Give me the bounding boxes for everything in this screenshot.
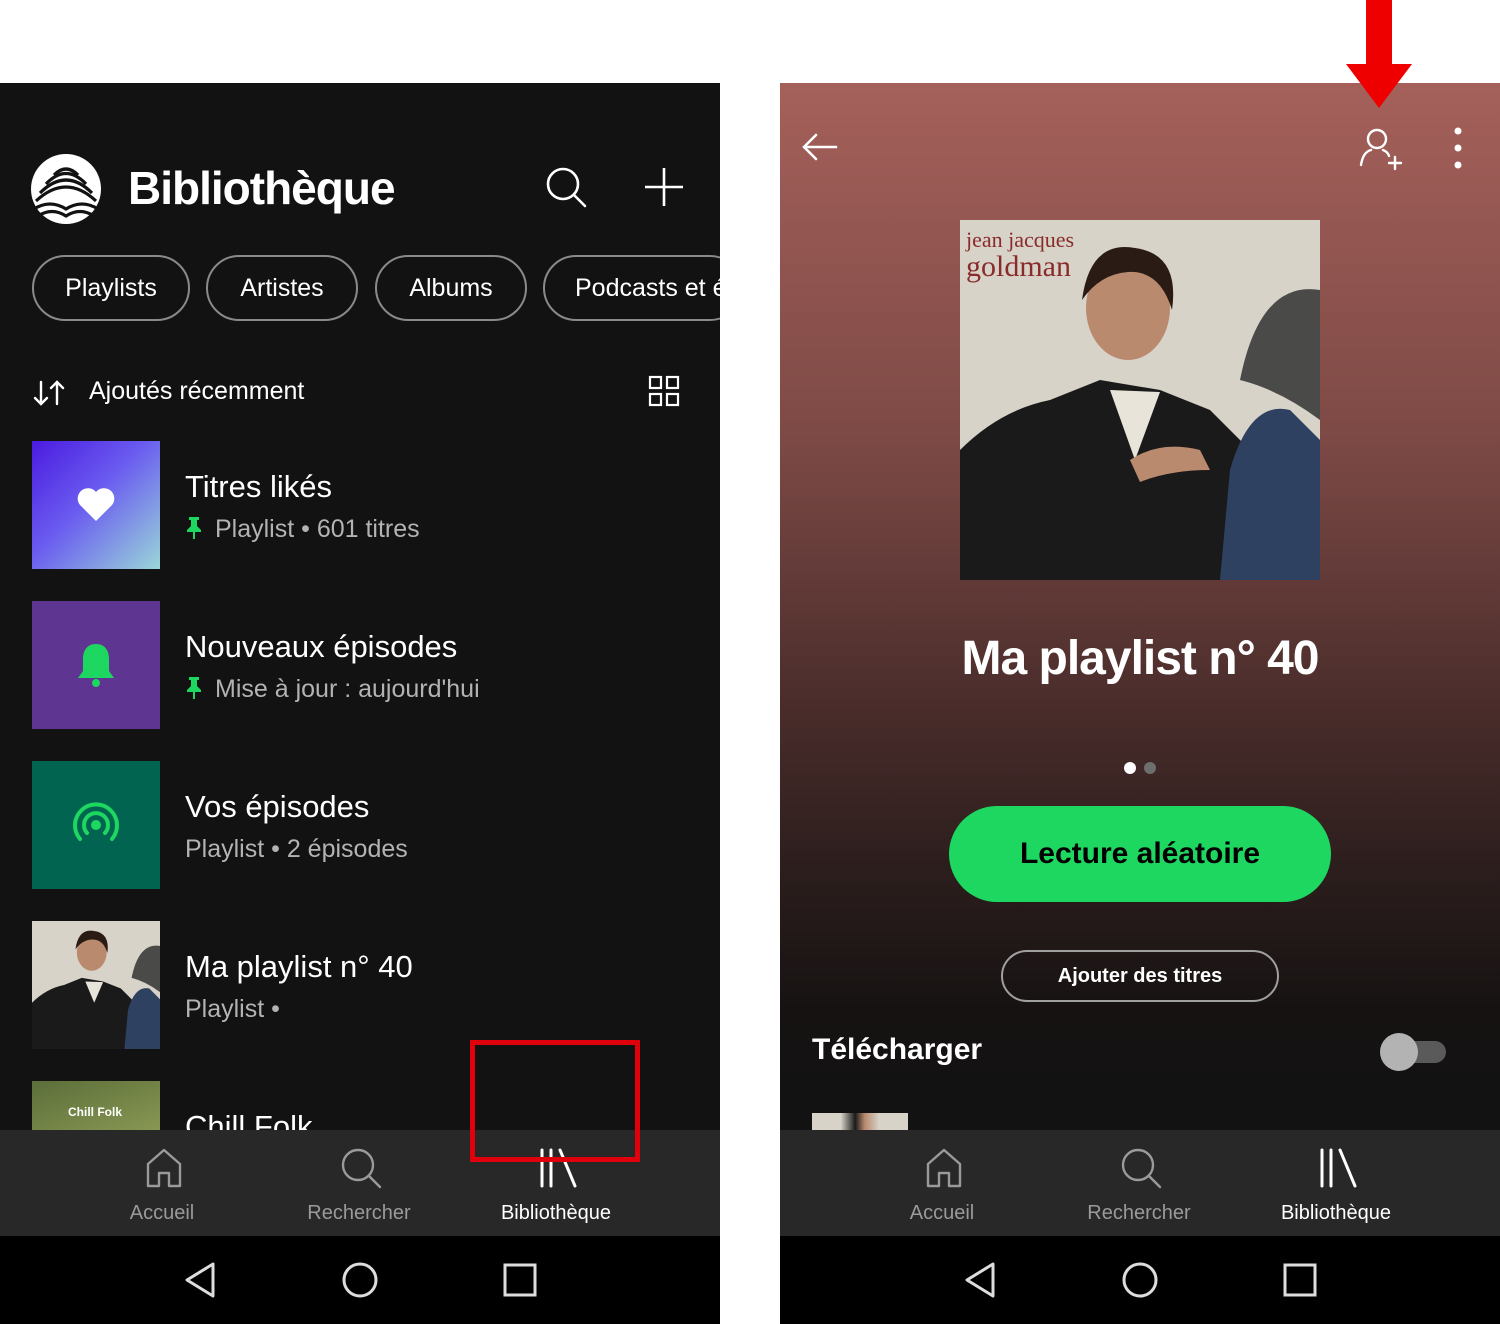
item-subtitle: Playlist • 2 épisodes (185, 835, 408, 863)
playlist-screen: jean jacques goldman Ma playlist n° 40 L… (780, 83, 1500, 1324)
nav-label-home: Accueil (909, 1202, 975, 1224)
android-back-icon[interactable] (960, 1260, 1000, 1300)
home-icon (926, 1148, 962, 1188)
page-indicator (1122, 762, 1158, 776)
android-recents-icon[interactable] (1280, 1260, 1320, 1300)
sort-label[interactable]: Ajoutés récemment (89, 377, 304, 406)
nav-tab-home[interactable]: Accueil (62, 1130, 262, 1236)
nav-label-home: Accueil (129, 1202, 195, 1224)
pin-icon (187, 677, 201, 699)
red-arrow-icon (1346, 0, 1412, 108)
sort-row: Ajoutés récemment (32, 373, 692, 413)
download-toggle[interactable] (1380, 1033, 1446, 1071)
new-episodes-thumbnail (32, 601, 160, 729)
page-title: Bibliothèque (128, 162, 396, 214)
search-icon[interactable] (544, 165, 588, 209)
nav-tab-search[interactable]: Rechercher (1039, 1130, 1239, 1236)
page-dot (1144, 762, 1156, 774)
android-home-icon[interactable] (340, 1260, 380, 1300)
android-back-icon[interactable] (180, 1260, 220, 1300)
bottom-nav: Accueil Rechercher Bibliothèque (780, 1130, 1500, 1236)
page-dot-active (1124, 762, 1136, 774)
item-subtitle: Playlist • (185, 995, 280, 1023)
item-subtitle: Playlist • 601 titres (185, 515, 420, 544)
bell-icon (78, 644, 114, 687)
chip-podcasts[interactable]: Podcasts et émissions (543, 255, 720, 321)
liked-songs-thumbnail (32, 441, 160, 569)
download-label: Télécharger (812, 1033, 983, 1066)
item-title: Titres likés (185, 469, 332, 504)
album-cover-image (32, 921, 160, 1049)
plus-icon[interactable] (642, 165, 686, 209)
back-icon[interactable] (800, 127, 840, 167)
add-tracks-button[interactable]: Ajouter des titres (1001, 950, 1279, 1002)
item-subtitle-text: Playlist • 601 titres (215, 515, 420, 543)
library-logo-icon (31, 154, 101, 224)
podcast-icon (73, 802, 119, 841)
library-header: Bibliothèque Playlists Artistes Albums P… (0, 83, 720, 338)
search-icon (341, 1148, 382, 1189)
item-title: Nouveaux épisodes (185, 629, 458, 664)
nav-label-search: Rechercher (1087, 1202, 1191, 1224)
list-item[interactable]: Ma playlist n° 40 Playlist • (32, 921, 692, 1049)
add-user-icon[interactable] (1358, 125, 1404, 171)
nav-tab-library[interactable]: Bibliothèque (1236, 1130, 1436, 1236)
android-recents-icon[interactable] (500, 1260, 540, 1300)
heart-icon (77, 488, 115, 521)
item-subtitle: Mise à jour : aujourd'hui (185, 675, 480, 704)
playlist-title: Ma playlist n° 40 (961, 632, 1320, 685)
nav-label-library: Bibliothèque (500, 1202, 612, 1224)
android-nav-bar (780, 1236, 1500, 1324)
pin-icon (187, 517, 201, 539)
thumbnail-caption: Chill Folk (68, 1105, 122, 1119)
nav-label-search: Rechercher (307, 1202, 411, 1224)
sort-icon[interactable] (32, 379, 66, 407)
filter-chips: Playlists Artistes Albums Podcasts et ém… (32, 255, 720, 321)
your-episodes-thumbnail (32, 761, 160, 889)
chip-artists[interactable]: Artistes (206, 255, 358, 321)
highlight-box-library (470, 1040, 640, 1162)
library-icon (1320, 1148, 1357, 1188)
list-item[interactable]: Nouveaux épisodes Mise à jour : aujourd'… (32, 601, 692, 729)
android-nav-bar (0, 1236, 720, 1324)
grid-view-icon[interactable] (648, 375, 680, 407)
shuffle-play-button[interactable]: Lecture aléatoire (949, 806, 1331, 902)
playlist-cover: jean jacques goldman (960, 220, 1320, 580)
chip-playlists[interactable]: Playlists (32, 255, 190, 321)
item-title: Vos épisodes (185, 789, 370, 824)
nav-label-library: Bibliothèque (1280, 1202, 1392, 1224)
search-icon (1121, 1148, 1162, 1189)
playlist-thumbnail (32, 921, 160, 1049)
item-subtitle-text: Mise à jour : aujourd'hui (215, 675, 480, 703)
chip-albums[interactable]: Albums (375, 255, 527, 321)
item-title: Ma playlist n° 40 (185, 949, 413, 984)
nav-tab-search[interactable]: Rechercher (259, 1130, 459, 1236)
cover-text-line1: jean jacques (966, 227, 1075, 252)
list-item[interactable]: Vos épisodes Playlist • 2 épisodes (32, 761, 692, 889)
nav-tab-home[interactable]: Accueil (842, 1130, 1042, 1236)
android-home-icon[interactable] (1120, 1260, 1160, 1300)
home-icon (146, 1148, 182, 1188)
cover-text-line2: goldman (966, 250, 1071, 283)
more-icon[interactable] (1448, 125, 1468, 171)
list-item[interactable]: Titres likés Playlist • 601 titres (32, 441, 692, 569)
toggle-knob (1380, 1033, 1418, 1071)
cover-artist-text: jean jacques goldman (966, 228, 1074, 282)
